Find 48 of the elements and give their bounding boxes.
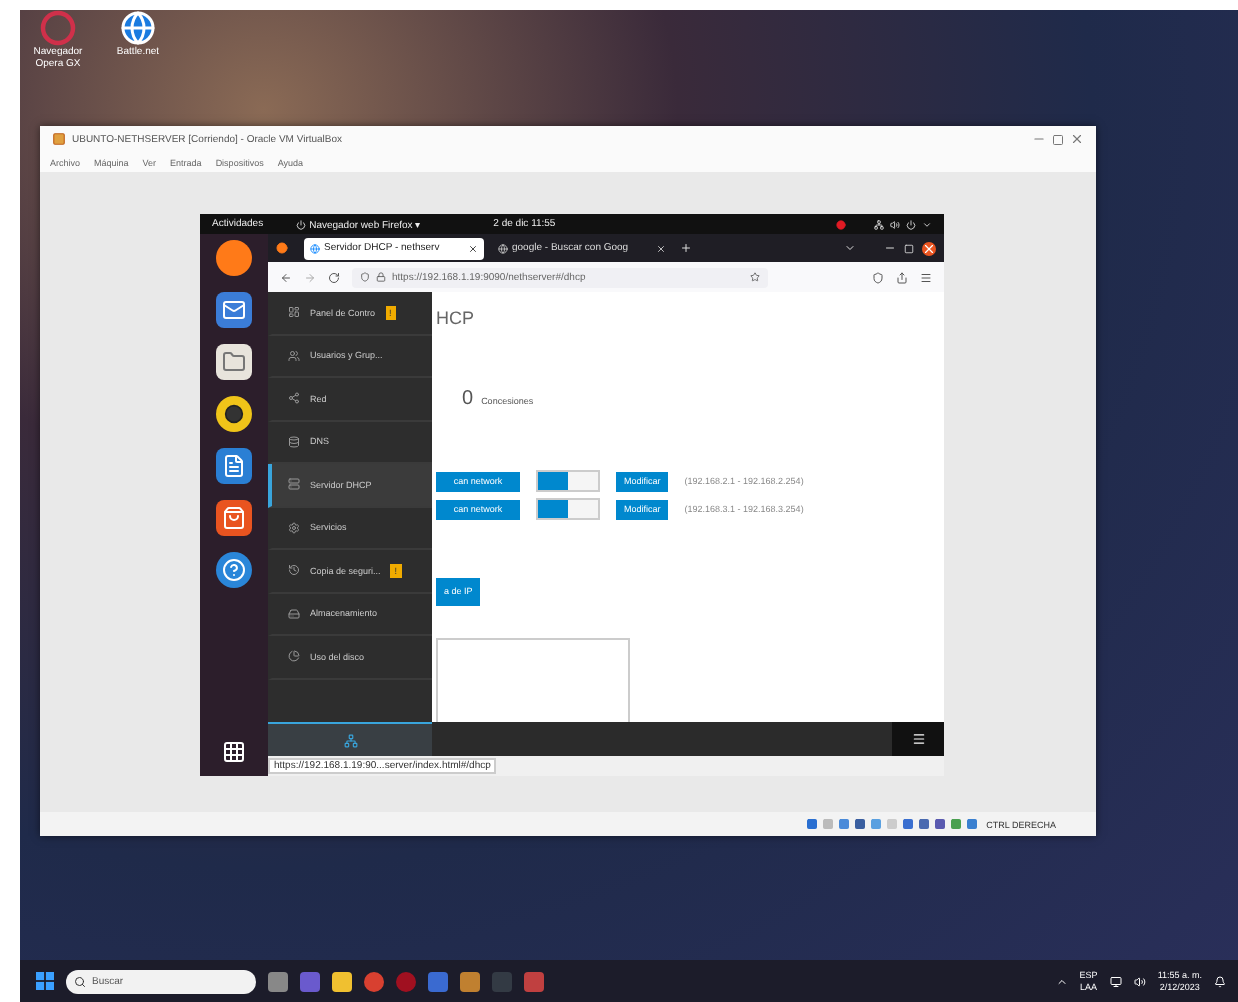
- search-icon: [74, 975, 86, 987]
- drive-icon: [288, 607, 300, 620]
- caret-icon[interactable]: [922, 219, 932, 229]
- network-icon: [874, 219, 884, 229]
- shield-icon[interactable]: [872, 271, 884, 283]
- reload-icon[interactable]: [328, 271, 340, 283]
- toggle-switch[interactable]: [536, 498, 600, 520]
- toggle-switch[interactable]: [536, 470, 600, 492]
- gear-icon: [288, 521, 300, 534]
- share-icon[interactable]: [896, 271, 908, 283]
- users-icon: [288, 349, 300, 362]
- shield-icon: [360, 272, 370, 282]
- lease-count: 0: [462, 388, 474, 410]
- server-icon: [288, 478, 300, 491]
- windows-logo-icon[interactable]: [36, 972, 54, 990]
- shopping-bag-icon[interactable]: [216, 500, 252, 536]
- bell-icon[interactable]: [1214, 975, 1226, 987]
- monitor-icon[interactable]: [1109, 975, 1122, 987]
- history-icon: [288, 564, 300, 577]
- database-icon: [288, 435, 300, 448]
- menu-icon[interactable]: [911, 732, 925, 746]
- globe-icon: [310, 243, 320, 253]
- page-title: HCP: [436, 308, 477, 332]
- chevron-up-icon[interactable]: [1055, 975, 1068, 987]
- pie-chart-icon: [288, 650, 300, 663]
- globe-icon[interactable]: [120, 10, 156, 46]
- minimize-icon[interactable]: [884, 242, 896, 254]
- status-dot-icon: [836, 219, 846, 229]
- back-icon[interactable]: [280, 271, 292, 283]
- taskbar-app-icon[interactable]: [524, 971, 544, 991]
- new-tab-icon[interactable]: [680, 242, 692, 254]
- star-icon[interactable]: [750, 272, 760, 282]
- mail-icon[interactable]: [216, 292, 252, 328]
- app-grid-icon[interactable]: [222, 740, 246, 764]
- app-icon: [52, 132, 66, 146]
- globe-icon: [498, 243, 508, 253]
- lock-icon: [376, 272, 386, 282]
- power-icon[interactable]: [906, 219, 916, 229]
- volume-icon[interactable]: [1133, 975, 1146, 987]
- network-icon: [288, 392, 300, 405]
- volume-icon: [890, 219, 900, 229]
- tab-list-icon[interactable]: [844, 242, 856, 254]
- network-icon[interactable]: [343, 733, 357, 747]
- menu-icon[interactable]: [920, 271, 932, 283]
- maximize-icon[interactable]: [1052, 133, 1064, 145]
- dashboard-icon: [288, 306, 300, 319]
- document-icon[interactable]: [216, 448, 252, 484]
- help-icon[interactable]: [216, 552, 252, 588]
